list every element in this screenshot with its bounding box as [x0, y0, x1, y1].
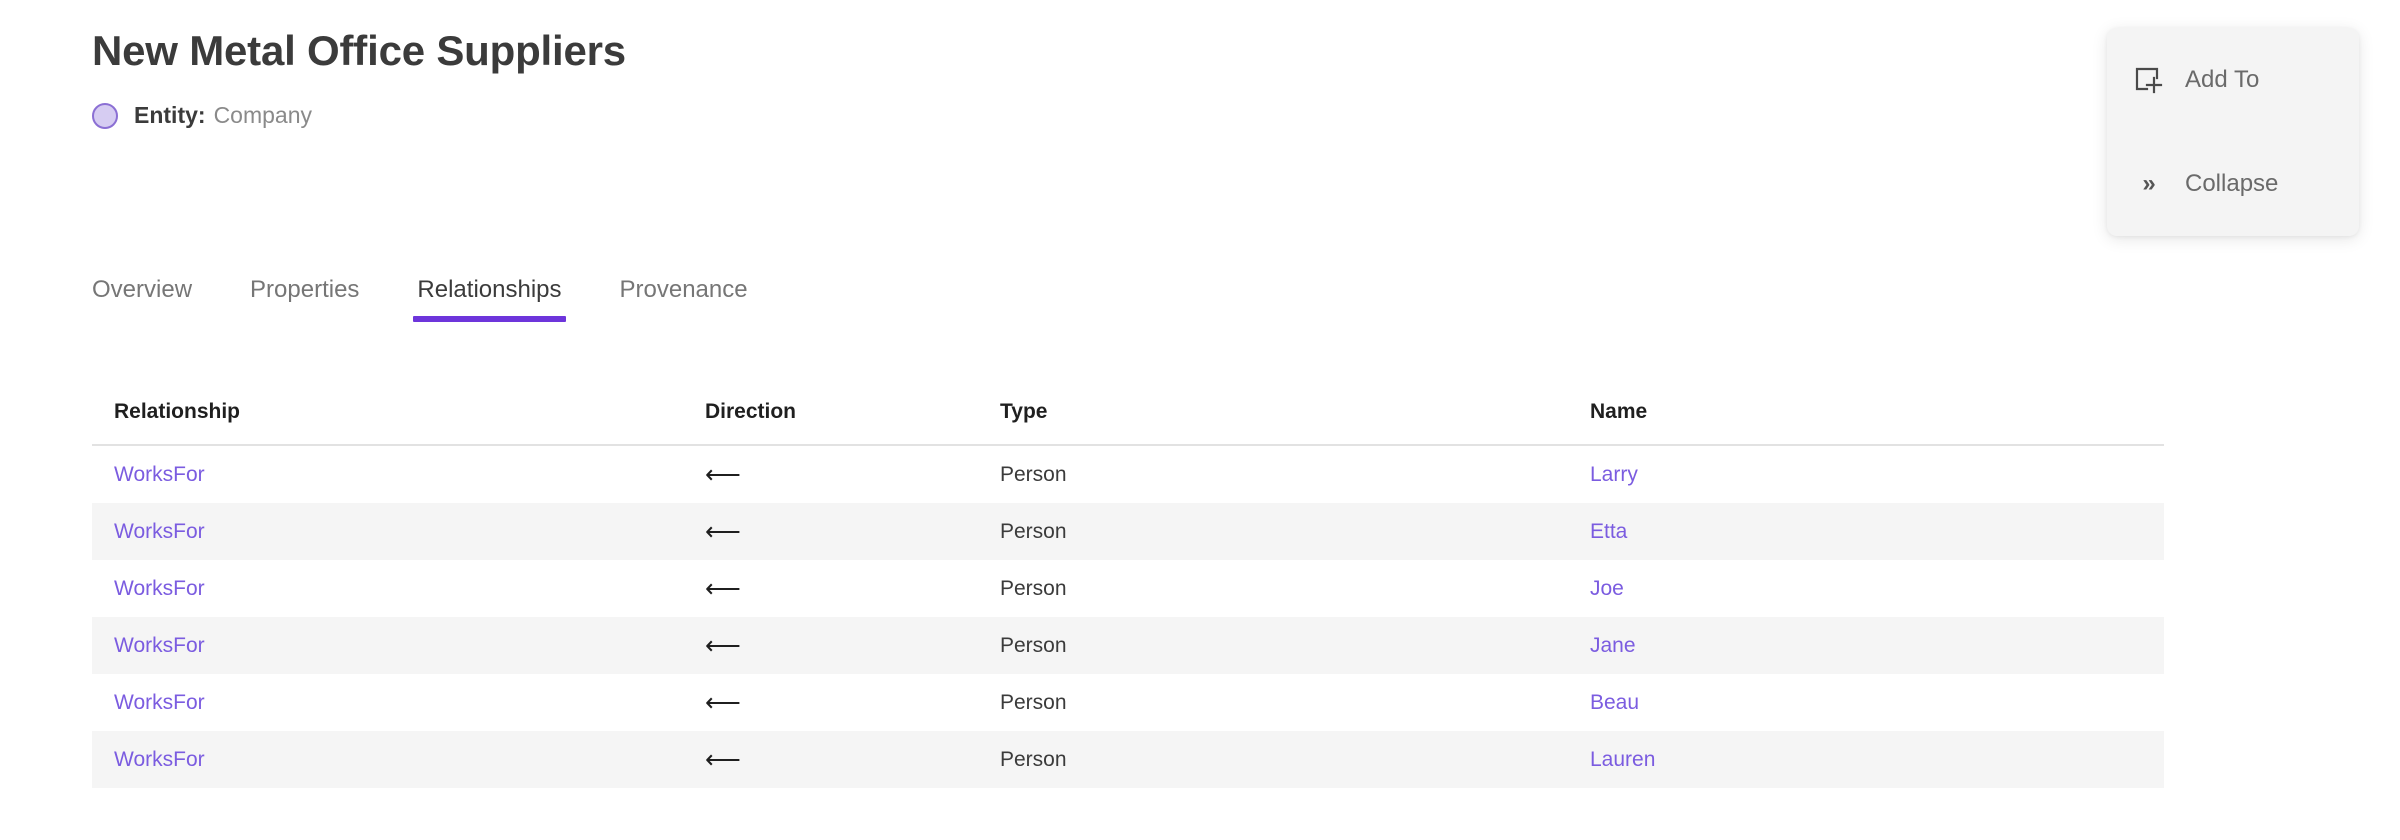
type-value: Person	[1000, 463, 1067, 486]
table-row[interactable]: WorksFor ⟵ Person Etta	[92, 503, 2164, 560]
page-title: New Metal Office Suppliers	[92, 28, 626, 74]
collapse-label: Collapse	[2185, 170, 2278, 198]
tab-provenance-label: Provenance	[620, 276, 748, 303]
table-header-row: Relationship Direction Type Name	[92, 400, 2164, 445]
entity-header: New Metal Office Suppliers Entity: Compa…	[92, 28, 626, 129]
direction-arrow-icon: ⟵	[705, 461, 740, 489]
tab-properties-label: Properties	[250, 276, 359, 303]
name-link[interactable]: Lauren	[1590, 748, 1655, 771]
type-value: Person	[1000, 577, 1067, 600]
direction-arrow-icon: ⟵	[705, 632, 740, 660]
table-row[interactable]: WorksFor ⟵ Person Beau	[92, 674, 2164, 731]
type-value: Person	[1000, 748, 1067, 771]
table-body: WorksFor ⟵ Person Larry WorksFor ⟵ Perso…	[92, 445, 2164, 788]
add-to-button[interactable]: Add To	[2107, 54, 2359, 106]
tab-relationships-label: Relationships	[417, 276, 561, 303]
name-link[interactable]: Larry	[1590, 463, 1638, 486]
relationship-link[interactable]: WorksFor	[114, 463, 205, 486]
direction-arrow-icon: ⟵	[705, 575, 740, 603]
entity-label: Entity:	[134, 102, 206, 129]
relationship-link[interactable]: WorksFor	[114, 634, 205, 657]
direction-arrow-icon: ⟵	[705, 689, 740, 717]
collapse-chevron-glyph: »	[2142, 170, 2153, 198]
column-header-name[interactable]: Name	[1590, 400, 2164, 445]
tab-overview[interactable]: Overview	[92, 276, 192, 322]
name-link[interactable]: Jane	[1590, 634, 1636, 657]
action-panel: Add To » Collapse	[2107, 28, 2359, 236]
direction-arrow-icon: ⟵	[705, 746, 740, 774]
add-to-label: Add To	[2185, 66, 2259, 94]
relationships-table: Relationship Direction Type Name WorksFo…	[92, 400, 2164, 788]
name-link[interactable]: Joe	[1590, 577, 1624, 600]
relationship-link[interactable]: WorksFor	[114, 577, 205, 600]
tab-overview-label: Overview	[92, 276, 192, 303]
type-value: Person	[1000, 520, 1067, 543]
type-value: Person	[1000, 634, 1067, 657]
name-link[interactable]: Etta	[1590, 520, 1627, 543]
column-header-direction[interactable]: Direction	[705, 400, 1000, 445]
entity-type-dot-icon	[92, 103, 118, 129]
collapse-button[interactable]: » Collapse	[2107, 158, 2359, 210]
type-value: Person	[1000, 691, 1067, 714]
column-header-type[interactable]: Type	[1000, 400, 1590, 445]
table-row[interactable]: WorksFor ⟵ Person Jane	[92, 617, 2164, 674]
table-row[interactable]: WorksFor ⟵ Person Joe	[92, 560, 2164, 617]
relationship-link[interactable]: WorksFor	[114, 748, 205, 771]
tab-relationships[interactable]: Relationships	[417, 276, 561, 322]
relationship-link[interactable]: WorksFor	[114, 691, 205, 714]
table-row[interactable]: WorksFor ⟵ Person Lauren	[92, 731, 2164, 788]
tab-bar: Overview Properties Relationships Proven…	[92, 276, 748, 322]
direction-arrow-icon: ⟵	[705, 518, 740, 546]
table-row[interactable]: WorksFor ⟵ Person Larry	[92, 445, 2164, 503]
table-header: Relationship Direction Type Name	[92, 400, 2164, 445]
relationship-link[interactable]: WorksFor	[114, 520, 205, 543]
column-header-relationship[interactable]: Relationship	[92, 400, 705, 445]
name-link[interactable]: Beau	[1590, 691, 1639, 714]
add-to-box-icon	[2131, 63, 2165, 97]
tab-properties[interactable]: Properties	[250, 276, 359, 322]
tab-provenance[interactable]: Provenance	[620, 276, 748, 322]
double-chevron-right-icon: »	[2131, 167, 2165, 201]
entity-value: Company	[214, 102, 312, 129]
entity-type-line: Entity: Company	[92, 102, 626, 129]
